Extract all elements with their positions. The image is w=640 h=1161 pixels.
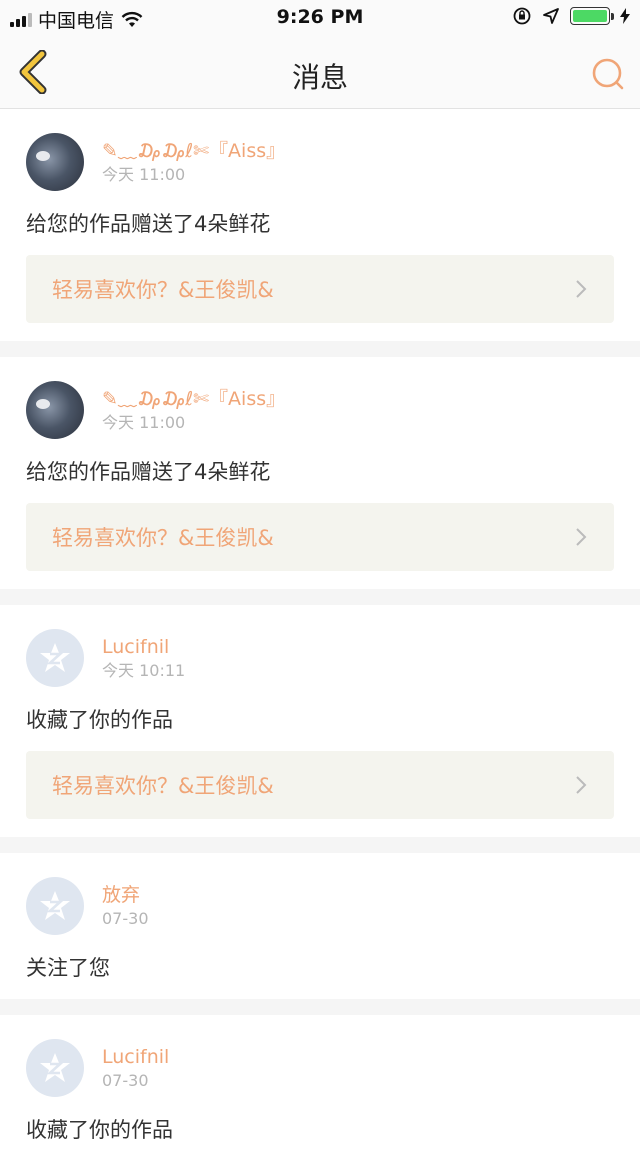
chevron-right-icon [576,280,587,298]
status-bar: 中国电信 9:26 PM [0,0,640,36]
status-right [512,6,630,26]
default-avatar-icon [40,891,70,920]
message-text: 给您的作品赠送了4朵鲜花 [26,460,271,484]
timestamp: 07-30 [102,909,149,928]
avatar[interactable] [26,133,84,191]
work-link[interactable]: 轻易喜欢你？&王俊凯& [26,255,614,323]
timestamp: 07-30 [102,1071,149,1090]
search-icon[interactable] [590,56,626,92]
default-avatar-icon [40,1053,70,1082]
avatar[interactable] [26,629,84,687]
timestamp: 今天 11:00 [102,413,186,432]
location-icon [543,8,559,24]
default-avatar-icon [40,643,70,672]
chevron-right-icon [576,528,587,546]
timestamp: 今天 10:11 [102,661,186,680]
avatar[interactable] [26,381,84,439]
rotation-lock-icon [513,7,531,25]
username[interactable]: Lucifnil [102,634,185,660]
message-card: Lucifnil 07-30 收藏了你的作品 [0,1015,640,1161]
work-title: 轻易喜欢你？&王俊凯& [52,526,274,550]
work-link[interactable]: 轻易喜欢你？&王俊凯& [26,503,614,571]
username[interactable]: 放弃 [102,882,149,908]
username[interactable]: ✎﹏₯₯ℓ✄『Aiss』 [102,138,285,164]
message-card: ✎﹏₯₯ℓ✄『Aiss』 今天 11:00 给您的作品赠送了4朵鲜花 轻易喜欢你… [0,357,640,589]
work-link[interactable]: 轻易喜欢你？&王俊凯& [26,751,614,819]
timestamp: 今天 11:00 [102,165,186,184]
avatar[interactable] [26,877,84,935]
charging-icon [620,8,630,24]
battery-icon [570,7,614,25]
username[interactable]: ✎﹏₯₯ℓ✄『Aiss』 [102,386,285,412]
message-text: 收藏了你的作品 [26,708,173,732]
message-card: Lucifnil 今天 10:11 收藏了你的作品 轻易喜欢你？&王俊凯& [0,605,640,837]
work-title: 轻易喜欢你？&王俊凯& [52,278,274,302]
message-card: 放弃 07-30 关注了您 [0,853,640,999]
message-list: ✎﹏₯₯ℓ✄『Aiss』 今天 11:00 给您的作品赠送了4朵鲜花 轻易喜欢你… [0,109,640,1161]
message-text: 给您的作品赠送了4朵鲜花 [26,212,271,236]
nav-bar: 消息 [0,36,640,109]
username[interactable]: Lucifnil [102,1044,169,1070]
message-text: 关注了您 [26,956,110,980]
avatar[interactable] [26,1039,84,1097]
page-title: 消息 [291,61,348,94]
message-text: 收藏了你的作品 [26,1118,173,1142]
work-title: 轻易喜欢你？&王俊凯& [52,774,274,798]
message-card: ✎﹏₯₯ℓ✄『Aiss』 今天 11:00 给您的作品赠送了4朵鲜花 轻易喜欢你… [0,109,640,341]
chevron-right-icon [576,776,587,794]
